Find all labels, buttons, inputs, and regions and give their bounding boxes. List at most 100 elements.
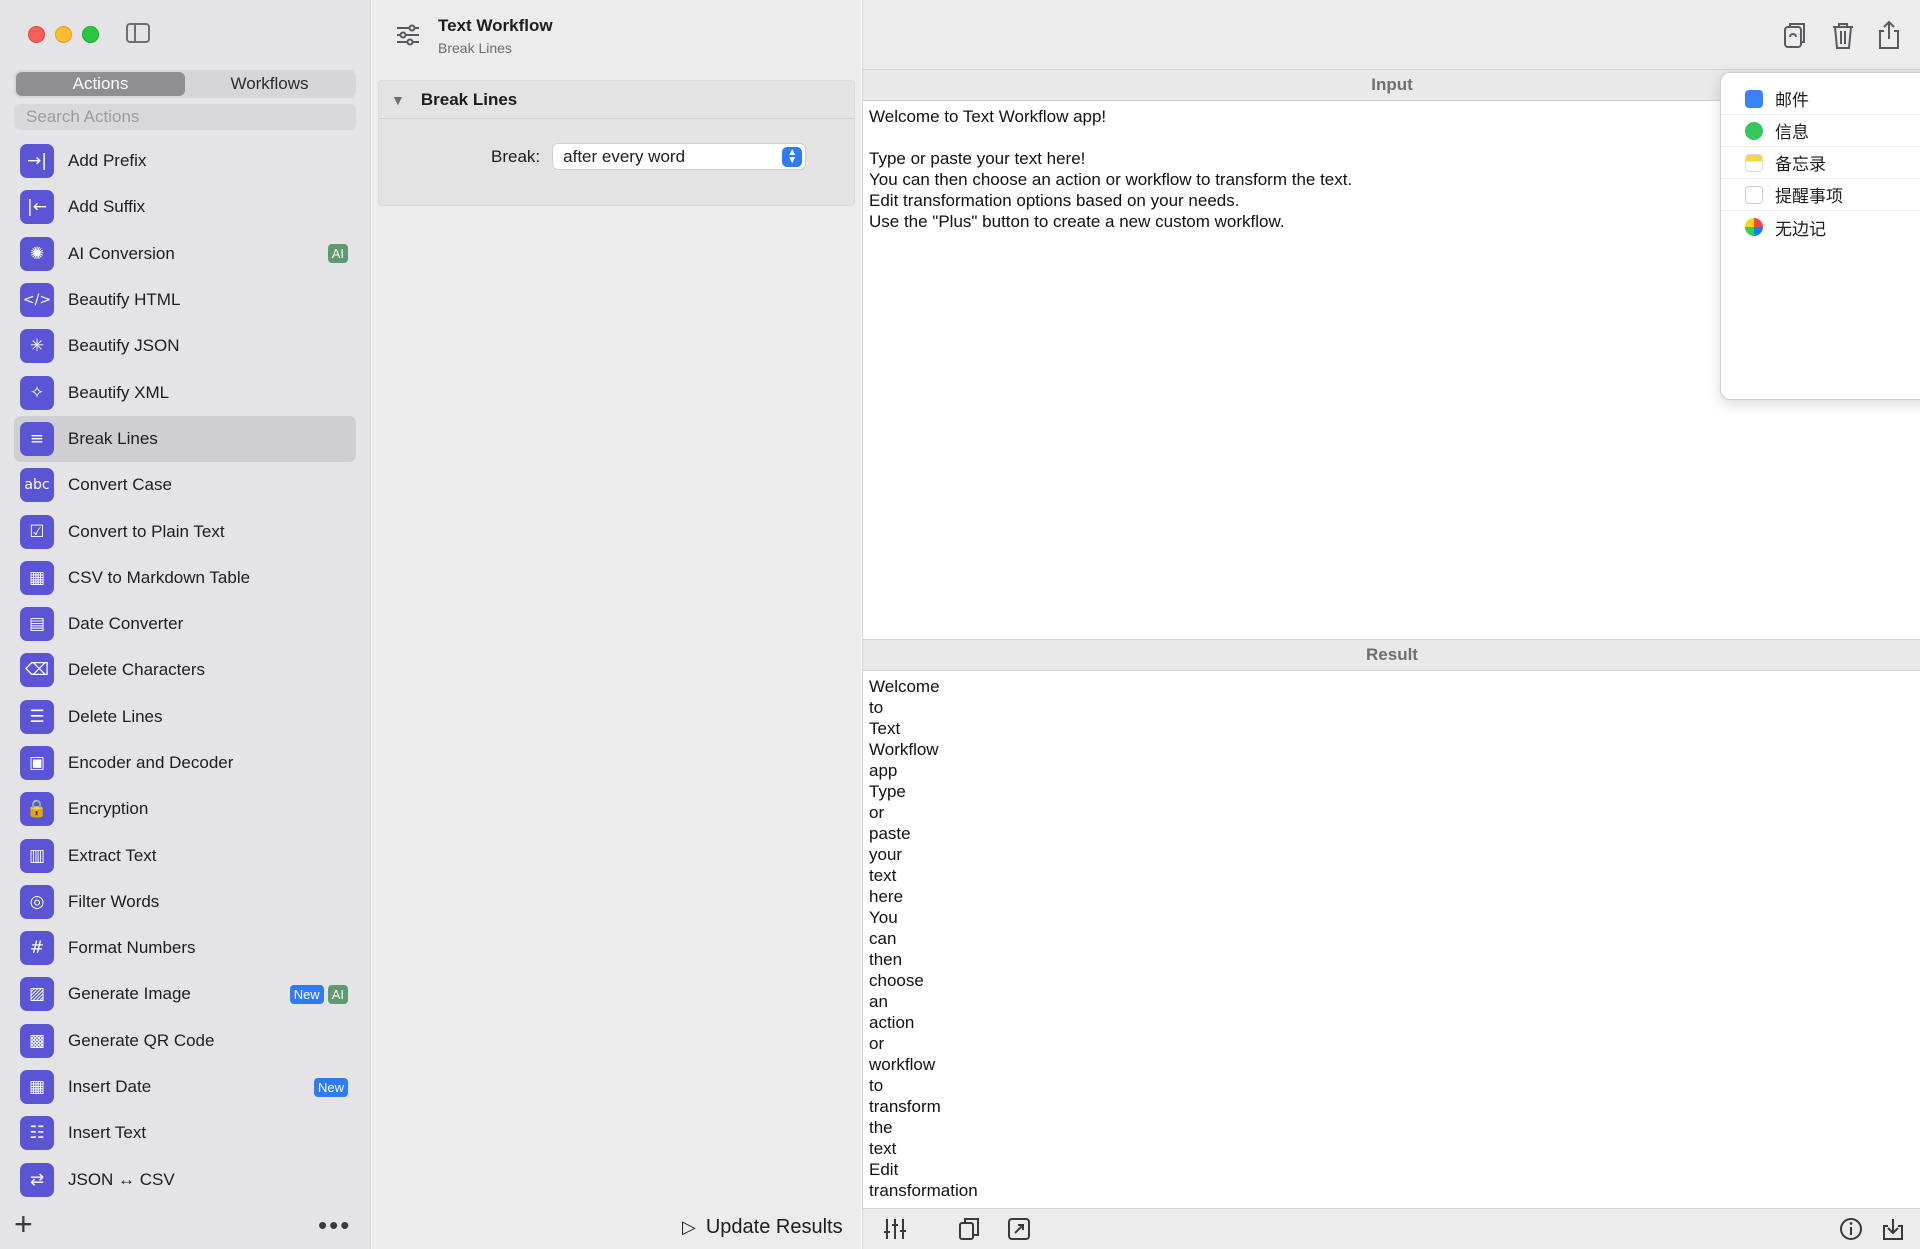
action-item[interactable]: # Format Numbers — [14, 925, 356, 971]
sidebar-toggle-icon[interactable] — [126, 23, 150, 43]
action-label: Convert to Plain Text — [68, 521, 225, 541]
window-controls — [28, 26, 99, 43]
options-column: Text Workflow Break Lines ▼ Break Lines … — [372, 0, 861, 1249]
action-item[interactable]: abc Convert Case — [14, 462, 356, 508]
app-window: Actions Workflows Search Actions →| Add P… — [0, 0, 1920, 1249]
share-icon[interactable] — [1875, 20, 1903, 50]
action-item[interactable]: ▣ Encoder and Decoder — [14, 740, 356, 786]
action-item[interactable]: ▥ Extract Text — [14, 832, 356, 878]
tab-workflows[interactable]: Workflows — [185, 72, 354, 96]
action-icon: ✧ — [20, 375, 54, 410]
mail-icon — [1745, 89, 1763, 108]
badge-group: AI — [327, 244, 348, 264]
action-icon: ▥ — [20, 838, 54, 873]
update-results-label: Update Results — [705, 1216, 843, 1238]
add-workflow-button[interactable]: + — [14, 1208, 33, 1240]
action-item[interactable]: ▤ Date Converter — [14, 601, 356, 647]
action-item[interactable]: ☰ Delete Lines — [14, 694, 356, 740]
export-icon[interactable] — [1007, 1217, 1031, 1241]
action-icon: ⇄ — [20, 1162, 54, 1197]
action-item[interactable]: ▦ CSV to Markdown Table — [14, 555, 356, 601]
action-label: Format Numbers — [68, 938, 196, 958]
action-item[interactable]: |← Add Suffix — [14, 184, 356, 230]
action-label: Insert Date — [68, 1077, 152, 1097]
action-item[interactable]: ⇄ JSON ↔ CSV — [14, 1157, 356, 1203]
action-icon: ✳ — [20, 329, 54, 364]
action-item[interactable]: ✳ Beautify JSON — [14, 323, 356, 369]
action-icon: ✺ — [20, 236, 54, 271]
save-download-icon[interactable] — [1881, 1217, 1905, 1241]
share-messages-item[interactable]: 信息 — [1721, 115, 1920, 147]
action-icon: ▨ — [20, 977, 54, 1012]
action-label: Beautify JSON — [68, 336, 180, 356]
bottom-bar — [863, 1208, 1920, 1249]
minimize-window-button[interactable] — [55, 26, 72, 43]
result-header: Result — [863, 639, 1920, 671]
action-icon: ☷ — [20, 1116, 54, 1151]
adjust-icon[interactable] — [883, 1217, 907, 1241]
break-mode-select[interactable]: after every word ▲ ▼ — [552, 143, 807, 170]
action-item[interactable]: ✧ Beautify XML — [14, 369, 356, 415]
action-item[interactable]: ▨ Generate Image New AI — [14, 971, 356, 1017]
share-freeform-item[interactable]: 无边记 — [1721, 211, 1920, 243]
action-label: Convert Case — [68, 475, 172, 495]
break-label: Break: — [491, 146, 541, 166]
reminders-icon — [1745, 185, 1763, 204]
window-title-group: Text Workflow Break Lines — [438, 16, 553, 56]
search-actions-input[interactable]: Search Actions — [14, 104, 356, 130]
action-label: AI Conversion — [68, 243, 175, 263]
result-text-area[interactable]: Welcome to Text Workflow app Type or pas… — [869, 676, 978, 1206]
share-notes-item[interactable]: 备忘录 — [1721, 147, 1920, 179]
badge-group: New AI — [289, 984, 348, 1004]
tab-actions[interactable]: Actions — [16, 72, 185, 96]
action-item[interactable]: ✺ AI Conversion AI — [14, 231, 356, 277]
action-item[interactable]: ☑ Convert to Plain Text — [14, 508, 356, 554]
action-item[interactable]: →| Add Prefix — [14, 138, 356, 184]
action-label: CSV to Markdown Table — [68, 567, 251, 587]
update-results-button[interactable]: ▷ Update Results — [682, 1216, 843, 1239]
panel-header[interactable]: ▼ Break Lines — [379, 81, 854, 119]
disclosure-triangle-icon[interactable]: ▼ — [391, 92, 405, 108]
action-icon: </> — [20, 283, 54, 318]
share-mail-item[interactable]: 邮件 — [1721, 83, 1920, 115]
more-options-button[interactable]: ••• — [318, 1210, 351, 1241]
action-label: JSON ↔ CSV — [68, 1169, 175, 1189]
trash-icon[interactable] — [1829, 20, 1857, 50]
action-icon: ▦ — [20, 1070, 54, 1105]
action-label: Encryption — [68, 799, 149, 819]
action-label: Delete Characters — [68, 660, 206, 680]
break-mode-value: after every word — [563, 146, 686, 166]
share-item-label: 邮件 — [1775, 91, 1809, 111]
action-item[interactable]: </> Beautify HTML — [14, 277, 356, 323]
share-item-label: 信息 — [1775, 123, 1809, 143]
sliders-icon[interactable] — [396, 24, 420, 46]
action-label: Add Suffix — [68, 197, 146, 217]
action-icon: ▣ — [20, 746, 54, 780]
action-item[interactable]: 🔒 Encryption — [14, 786, 356, 832]
copy-replace-icon[interactable] — [1781, 20, 1809, 50]
action-label: Extract Text — [68, 845, 157, 865]
close-window-button[interactable] — [28, 26, 45, 43]
ai-badge: AI — [327, 244, 348, 264]
share-menu-popover: 邮件 信息 备忘录 提醒事项 无边记 — [1720, 72, 1920, 400]
action-icon: ▦ — [20, 560, 54, 595]
action-item[interactable]: ◎ Filter Words — [14, 879, 356, 925]
info-icon[interactable] — [1839, 1217, 1863, 1241]
messages-icon — [1745, 121, 1763, 140]
ai-badge: AI — [327, 984, 348, 1004]
action-label: Beautify HTML — [68, 290, 181, 310]
share-reminders-item[interactable]: 提醒事项 — [1721, 179, 1920, 211]
share-item-label: 备忘录 — [1775, 155, 1826, 175]
action-item[interactable]: ≡ Break Lines — [14, 415, 356, 463]
copy-icon[interactable] — [957, 1217, 981, 1241]
action-item[interactable]: ▩ Generate QR Code — [14, 1018, 356, 1064]
action-icon: ▩ — [20, 1023, 54, 1058]
input-text-area[interactable]: Welcome to Text Workflow app! Type or pa… — [869, 106, 1352, 232]
action-item[interactable]: ▦ Insert Date New — [14, 1064, 356, 1110]
action-item[interactable]: ☷ Insert Text — [14, 1110, 356, 1156]
action-label: Filter Words — [68, 891, 160, 911]
action-item[interactable]: ⌫ Delete Characters — [14, 647, 356, 693]
action-label: Generate QR Code — [68, 1030, 215, 1050]
zoom-window-button[interactable] — [82, 26, 99, 43]
action-label: Break Lines — [68, 428, 158, 448]
